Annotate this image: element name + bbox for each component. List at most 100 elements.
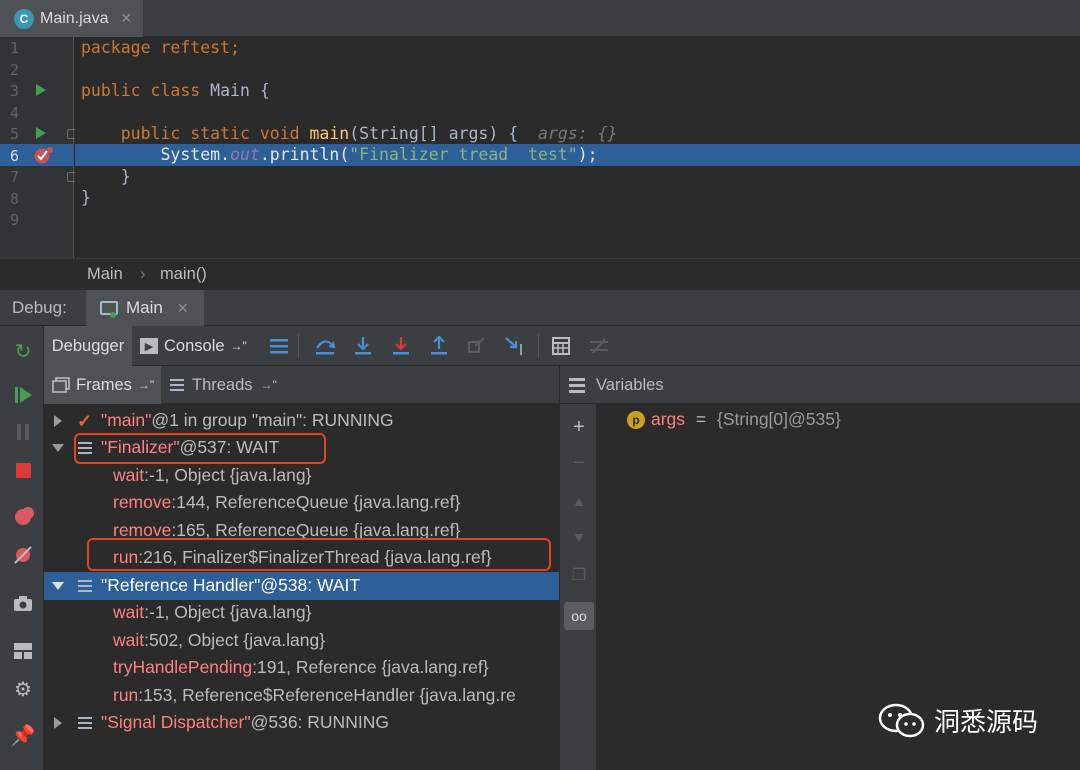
code-line: public class Main { <box>81 80 270 101</box>
stop-icon[interactable] <box>12 459 34 481</box>
current-thread-check-icon: ✓ <box>77 411 93 431</box>
run-class-icon[interactable] <box>36 84 46 96</box>
line-number: 4 <box>10 104 20 122</box>
close-icon[interactable]: ✕ <box>120 10 132 27</box>
code-line: } <box>81 188 91 207</box>
threads-icon <box>170 379 184 391</box>
debugger-toolbar: Debugger ▶ Console →" <box>44 326 1080 366</box>
line-number: 5 <box>10 125 20 143</box>
mute-breakpoints-icon[interactable] <box>12 544 34 566</box>
thread-row-signal-dispatcher[interactable]: "Signal Dispatcher"@536: RUNNING <box>44 709 559 737</box>
view-breakpoints-icon[interactable] <box>12 506 34 528</box>
expand-arrow-icon[interactable] <box>54 717 62 729</box>
expand-arrow-icon[interactable] <box>54 415 62 427</box>
line-number: 6 <box>10 147 20 165</box>
code-token: main <box>309 124 350 143</box>
frame-location: :153, Reference$ReferenceHandler {java.l… <box>138 685 516 705</box>
tab-frames-content: Frames →" <box>52 366 154 404</box>
console-icon: ▶ <box>140 338 158 354</box>
pin-tab-icon[interactable]: →" <box>138 378 154 392</box>
move-up-icon[interactable]: ▲ <box>568 490 590 512</box>
variable-name: args <box>651 409 686 429</box>
code-line: } <box>81 167 131 186</box>
show-watches-icon[interactable]: oo <box>564 602 594 630</box>
thread-name: "main" <box>101 410 152 430</box>
stack-frame-row[interactable]: tryHandlePending:191, Reference {java.la… <box>44 654 559 682</box>
close-icon[interactable]: ✕ <box>177 300 189 317</box>
resume-icon[interactable] <box>12 384 34 406</box>
pause-icon[interactable] <box>12 421 34 443</box>
variable-equals: = <box>691 409 711 429</box>
rerun-icon[interactable]: ↻ <box>12 340 34 363</box>
thread-row-reference-handler[interactable]: "Reference Handler"@538: WAIT <box>44 572 559 600</box>
java-class-icon: C <box>14 8 34 29</box>
breadcrumb-class[interactable]: Main <box>87 265 123 284</box>
layout-icon[interactable] <box>12 640 34 662</box>
code-lines: package reftest; public class Main { pub… <box>75 37 1080 258</box>
tab-console-label: Console <box>164 336 225 355</box>
stack-frame-row[interactable]: wait:-1, Object {java.lang} <box>44 599 559 627</box>
code-token: .println( <box>259 145 350 164</box>
breadcrumb-method[interactable]: main() <box>160 265 207 284</box>
collapse-arrow-icon[interactable] <box>52 444 64 452</box>
line-number: 7 <box>10 168 20 186</box>
thread-row-main[interactable]: ✓ "main"@1 in group "main": RUNNING <box>44 407 559 435</box>
pin-icon[interactable]: 📌 <box>11 724 36 747</box>
line-number: 8 <box>10 190 20 208</box>
frame-method: wait <box>113 602 145 622</box>
code-token: public class <box>81 81 201 100</box>
stack-frame-row[interactable]: remove:144, ReferenceQueue {java.lang.re… <box>44 489 559 517</box>
collapse-arrow-icon[interactable] <box>52 582 64 590</box>
run-main-icon[interactable] <box>36 127 46 139</box>
frames-threads-tabbar: Frames →" Threads →" <box>44 366 559 404</box>
trace-current-stream-icon[interactable] <box>588 335 610 357</box>
gear-icon[interactable]: ⚙ <box>12 678 34 701</box>
code-token: ); <box>577 145 598 164</box>
drop-frame-icon[interactable] <box>466 335 488 357</box>
duplicate-watch-icon[interactable]: ❐ <box>568 564 590 586</box>
breadcrumb: Main › main() <box>0 258 1080 290</box>
code-line: System.out.println("Finalizer tread test… <box>81 144 598 165</box>
move-down-icon[interactable]: ▼ <box>568 526 590 548</box>
variable-row[interactable]: p args = {String[0]@535} <box>627 409 841 430</box>
step-out-icon[interactable] <box>428 335 450 357</box>
run-to-cursor-icon[interactable] <box>504 335 526 357</box>
evaluate-expression-icon[interactable] <box>550 335 572 357</box>
breakpoint-icon[interactable] <box>33 145 55 165</box>
stack-frame-row[interactable]: wait:-1, Object {java.lang} <box>44 462 559 490</box>
step-over-icon[interactable] <box>314 335 336 357</box>
code-token: (String[] args) { <box>349 124 519 143</box>
code-token: "Finalizer tread test" <box>349 145 578 164</box>
pin-tab-icon[interactable]: →" <box>261 378 277 392</box>
stack-frame-row[interactable]: wait:502, Object {java.lang} <box>44 627 559 655</box>
thread-icon <box>78 580 92 592</box>
line-number: 2 <box>10 61 20 79</box>
camera-icon[interactable] <box>12 592 34 614</box>
show-execution-point-icon[interactable] <box>268 335 290 357</box>
frame-location: :144, ReferenceQueue {java.lang.ref} <box>171 492 461 512</box>
inline-value-hint: args: {} <box>518 124 618 143</box>
code-token: System. <box>160 145 231 164</box>
tab-debugger[interactable]: Debugger <box>44 326 132 366</box>
parameter-icon: p <box>627 410 645 429</box>
force-step-into-icon[interactable] <box>390 335 412 357</box>
pin-tab-icon[interactable]: →" <box>231 339 247 353</box>
thread-name: "Signal Dispatcher" <box>101 712 251 732</box>
stack-frame-row[interactable]: run:153, Reference$ReferenceHandler {jav… <box>44 682 559 710</box>
code-token: package <box>81 38 151 57</box>
debug-session-tab[interactable]: Main ✕ <box>86 290 204 326</box>
frame-method: remove <box>113 492 172 512</box>
monitor-icon <box>100 301 118 318</box>
new-watch-icon[interactable]: + <box>568 416 590 438</box>
variables-side-toolbar: + − ▲ ▼ ❐ oo <box>559 404 597 770</box>
step-into-icon[interactable] <box>352 335 374 357</box>
editor-tab-main-java[interactable]: C Main.java ✕ <box>0 0 143 37</box>
frames-icon <box>52 377 70 393</box>
debug-left-toolbar: ↻ ⚙ 📌 <box>0 326 44 770</box>
code-token: Main { <box>200 81 270 100</box>
thread-status: @1 in group "main": RUNNING <box>151 410 394 430</box>
remove-watch-icon[interactable]: − <box>568 452 590 474</box>
tab-console[interactable]: ▶ Console →" <box>140 326 247 366</box>
tab-threads[interactable]: Threads →" <box>170 366 277 404</box>
